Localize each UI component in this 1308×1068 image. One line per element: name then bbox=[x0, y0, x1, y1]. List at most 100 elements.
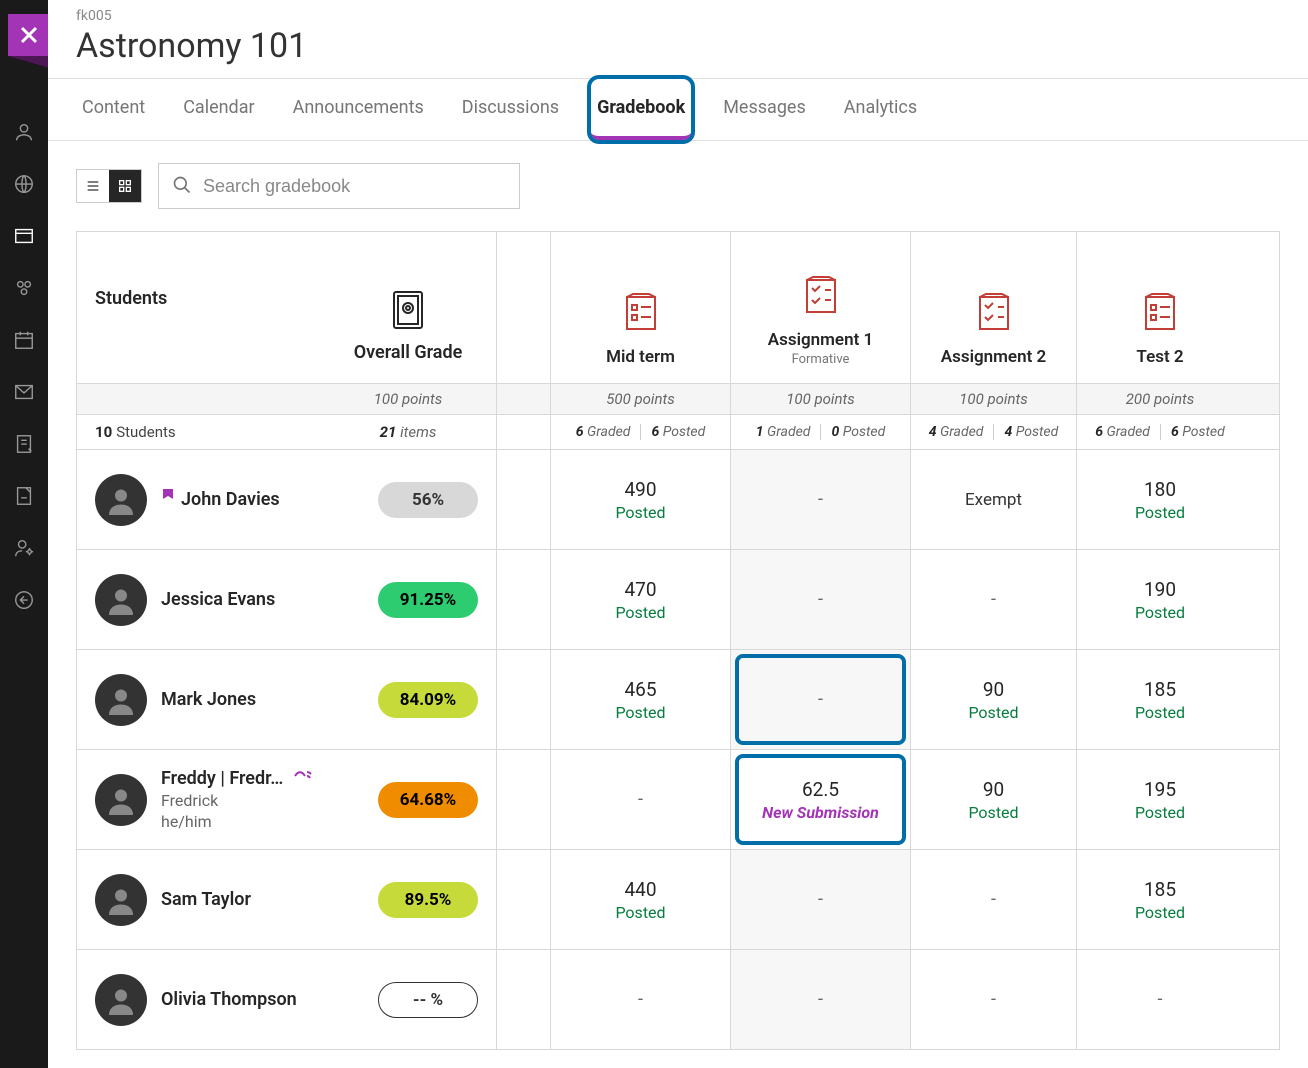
student-cell[interactable]: Sam Taylor 89.5% bbox=[77, 850, 497, 949]
student-row: Olivia Thompson -- % ---- bbox=[77, 950, 1279, 1050]
accommodation-icon bbox=[293, 768, 313, 789]
student-cell[interactable]: Freddy | Fredr… Fredrickhe/him 64.68% bbox=[77, 750, 497, 849]
grade-cell[interactable]: - bbox=[911, 950, 1077, 1049]
student-cell[interactable]: Mark Jones 84.09% bbox=[77, 650, 497, 749]
messages-icon[interactable] bbox=[12, 380, 36, 404]
grade-cell[interactable]: - bbox=[551, 750, 731, 849]
column-test2[interactable]: Test 2 bbox=[1077, 232, 1243, 383]
grid-header: Students Overall Grade Mid term Assignme… bbox=[77, 232, 1279, 384]
student-name-text: John Davies bbox=[181, 489, 280, 510]
grade-cell[interactable]: 490Posted bbox=[551, 450, 731, 549]
signout-icon[interactable] bbox=[12, 588, 36, 612]
tools-icon[interactable] bbox=[12, 484, 36, 508]
grade-cell[interactable]: - bbox=[911, 850, 1077, 949]
grade-cell[interactable]: - bbox=[551, 950, 731, 1049]
grade-cell[interactable]: 90Posted bbox=[911, 650, 1077, 749]
student-cell[interactable]: Jessica Evans 91.25% bbox=[77, 550, 497, 649]
tab-announcements[interactable]: Announcements bbox=[287, 79, 430, 140]
grades-icon[interactable] bbox=[12, 432, 36, 456]
overall-grade-pill[interactable]: -- % bbox=[378, 982, 478, 1018]
test-icon bbox=[1142, 293, 1178, 337]
assignment-icon bbox=[803, 276, 839, 320]
avatar bbox=[95, 574, 147, 626]
search-icon bbox=[172, 175, 192, 199]
avatar bbox=[95, 874, 147, 926]
grade-cell[interactable]: 90Posted bbox=[911, 750, 1077, 849]
left-nav-rail bbox=[0, 0, 48, 1068]
avatar bbox=[95, 674, 147, 726]
student-name-text: Olivia Thompson bbox=[161, 989, 297, 1010]
tab-content[interactable]: Content bbox=[76, 79, 151, 140]
grade-cell[interactable]: Exempt bbox=[911, 450, 1077, 549]
course-title: Astronomy 101 bbox=[76, 26, 1280, 66]
admin-icon[interactable] bbox=[12, 536, 36, 560]
student-cell[interactable]: John Davies 56% bbox=[77, 450, 497, 549]
grade-cell[interactable]: 62.5New Submission bbox=[731, 750, 911, 849]
organizations-icon[interactable] bbox=[12, 276, 36, 300]
student-row: Mark Jones 84.09% 465Posted-90Posted185P… bbox=[77, 650, 1279, 750]
grade-cell[interactable]: - bbox=[731, 550, 911, 649]
tab-discussions[interactable]: Discussions bbox=[456, 79, 565, 140]
grade-cell[interactable]: 185Posted bbox=[1077, 850, 1243, 949]
assignment-icon bbox=[976, 293, 1012, 337]
globe-icon[interactable] bbox=[12, 172, 36, 196]
column-assignment1[interactable]: Assignment 1 Formative bbox=[731, 232, 911, 383]
close-panel-button[interactable] bbox=[8, 14, 50, 56]
student-name-text: Mark Jones bbox=[161, 689, 256, 710]
grade-cell[interactable]: 440Posted bbox=[551, 850, 731, 949]
gradebook-grid: Students Overall Grade Mid term Assignme… bbox=[76, 231, 1280, 1050]
close-decoration bbox=[8, 56, 50, 68]
student-row: Sam Taylor 89.5% 440Posted--185Posted bbox=[77, 850, 1279, 950]
overall-grade-pill[interactable]: 56% bbox=[378, 482, 478, 518]
column-midterm[interactable]: Mid term bbox=[551, 232, 731, 383]
students-column-header[interactable]: Students bbox=[95, 288, 338, 363]
grade-cell[interactable]: 470Posted bbox=[551, 550, 731, 649]
grade-cell[interactable]: - bbox=[731, 450, 911, 549]
overall-grade-pill[interactable]: 91.25% bbox=[378, 582, 478, 618]
student-row: Jessica Evans 91.25% 470Posted--190Poste… bbox=[77, 550, 1279, 650]
overall-grade-icon bbox=[338, 288, 478, 332]
list-view-button[interactable] bbox=[77, 170, 109, 202]
student-name-text: Sam Taylor bbox=[161, 889, 251, 910]
grade-cell[interactable]: - bbox=[1077, 950, 1243, 1049]
overall-grade-pill[interactable]: 84.09% bbox=[378, 682, 478, 718]
student-row: John Davies 56% 490Posted-Exempt180Poste… bbox=[77, 450, 1279, 550]
grade-cell[interactable]: 190Posted bbox=[1077, 550, 1243, 649]
tab-analytics[interactable]: Analytics bbox=[838, 79, 923, 140]
student-name-text: Jessica Evans bbox=[161, 589, 275, 610]
points-row: 100 points 500 points 100 points 100 poi… bbox=[77, 384, 1279, 415]
grade-cell[interactable]: - bbox=[731, 850, 911, 949]
student-cell[interactable]: Olivia Thompson -- % bbox=[77, 950, 497, 1049]
grade-cell[interactable]: - bbox=[731, 950, 911, 1049]
tab-calendar[interactable]: Calendar bbox=[177, 79, 260, 140]
view-toggle bbox=[76, 169, 142, 203]
avatar bbox=[95, 774, 147, 826]
overall-grade-header[interactable]: Overall Grade bbox=[338, 342, 478, 363]
overall-grade-pill[interactable]: 89.5% bbox=[378, 882, 478, 918]
grade-cell[interactable]: - bbox=[911, 550, 1077, 649]
calendar-icon[interactable] bbox=[12, 328, 36, 352]
grade-cell[interactable]: 185Posted bbox=[1077, 650, 1243, 749]
avatar bbox=[95, 474, 147, 526]
avatar bbox=[95, 974, 147, 1026]
test-icon bbox=[623, 293, 659, 337]
course-code: fk005 bbox=[76, 8, 1280, 24]
student-name-text: Freddy | Fredr… bbox=[161, 768, 283, 789]
grade-cell[interactable]: 465Posted bbox=[551, 650, 731, 749]
flag-icon bbox=[161, 489, 175, 510]
tab-gradebook[interactable]: Gradebook bbox=[591, 79, 691, 140]
grade-cell[interactable]: 195Posted bbox=[1077, 750, 1243, 849]
grade-cell[interactable]: - bbox=[731, 650, 911, 749]
profile-icon[interactable] bbox=[12, 120, 36, 144]
grade-cell[interactable]: 180Posted bbox=[1077, 450, 1243, 549]
courses-icon[interactable] bbox=[12, 224, 36, 248]
overall-grade-pill[interactable]: 64.68% bbox=[378, 782, 478, 818]
tab-messages[interactable]: Messages bbox=[717, 79, 812, 140]
gradebook-toolbar bbox=[48, 141, 1308, 231]
grid-view-button[interactable] bbox=[109, 170, 141, 202]
meta-row: 10 Students 21 items 6 Graded6 Posted 1 … bbox=[77, 415, 1279, 450]
column-assignment2[interactable]: Assignment 2 bbox=[911, 232, 1077, 383]
course-tabs: Content Calendar Announcements Discussio… bbox=[48, 79, 1308, 141]
student-row: Freddy | Fredr… Fredrickhe/him 64.68% -6… bbox=[77, 750, 1279, 850]
search-input[interactable] bbox=[158, 163, 520, 209]
